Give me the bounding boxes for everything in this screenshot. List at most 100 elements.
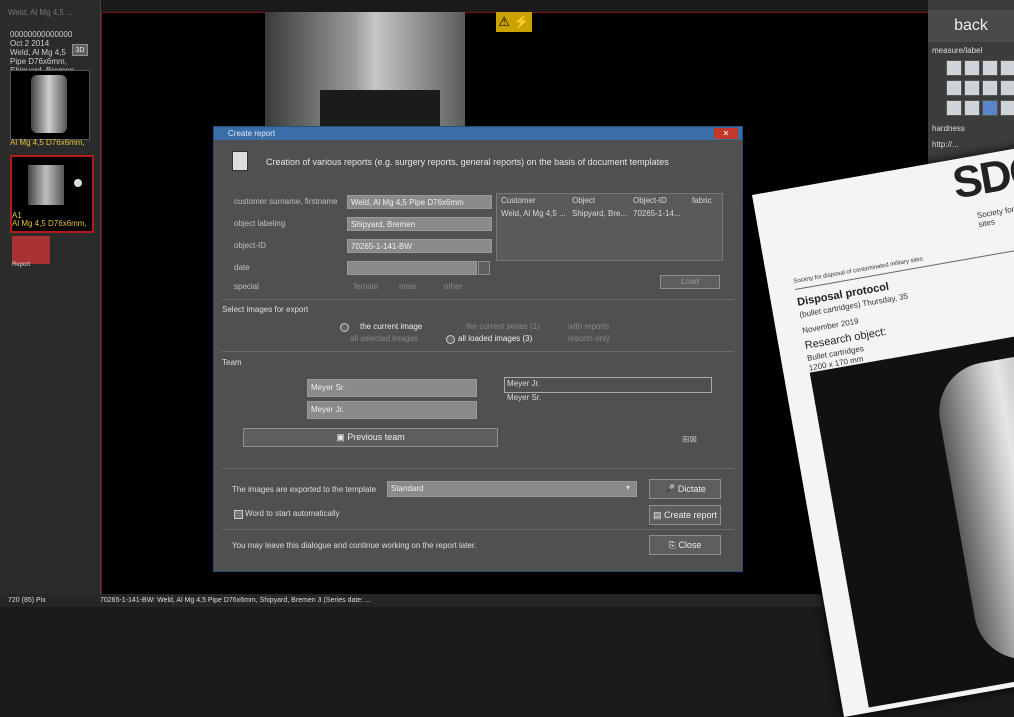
opt-current-series: the current series (1) [466,322,540,331]
special-female[interactable]: female [354,282,378,291]
object-id-field[interactable]: 70265-1-141-BW [347,239,492,253]
team-icon: ▣ [336,432,348,442]
col-object-id[interactable]: Object-ID [633,196,667,205]
divider [222,299,734,300]
xray-print [809,310,1014,708]
word-checkbox[interactable] [234,510,243,519]
load-button[interactable]: Load [660,275,720,289]
radio-current-image[interactable] [340,323,349,332]
dictate-button[interactable]: 🎤 Dictate [649,479,721,499]
date-field[interactable] [347,261,477,275]
tool-compare-icon[interactable] [964,80,980,96]
table-cell[interactable]: Shipyard, Bre... [572,209,627,218]
object-label: object labeling [234,219,286,228]
thumbnail-1-label: Al Mg 4,5 D76x6mm, [10,138,85,147]
back-button[interactable]: back [928,10,1014,42]
word-label: Word to start automatically [245,509,340,518]
customer-field[interactable]: Weld, Al Mg 4,5 Pipe D76x6mm [347,195,492,209]
document-icon [232,151,248,171]
tool-hand-icon[interactable] [946,100,962,116]
create-report-button[interactable]: ▤ Create report [649,505,721,525]
close-label: Close [678,540,702,550]
calendar-icon[interactable] [478,261,490,275]
report-thumbnail-label: Report [12,262,31,268]
thumbnail-sidebar: Weld, Al Mg 4,5 ... 00000000000000 Oct 2… [0,0,101,607]
team-member-2[interactable]: Meyer Jr. [307,401,477,419]
col-object[interactable]: Object [572,196,595,205]
special-label: special [234,282,259,291]
thumbnail-1[interactable] [10,70,90,140]
thumbnail-2-label-b: Al Mg 4,5 D76x6mm, [12,219,87,228]
chevron-down-icon[interactable]: ▾ [626,483,630,492]
team-member-1[interactable]: Meyer Sr. [307,379,477,397]
col-fabric[interactable]: fabric [692,196,712,205]
opt-all-loaded: all loaded images (3) [458,334,533,343]
tool-dash-icon[interactable] [1000,80,1014,96]
opt-with-reports: with reports [568,322,610,331]
customer-label: customer surname, firstname [234,197,338,206]
tool-protractor-icon[interactable] [982,100,998,116]
date-label: date [234,263,250,272]
add-remove-icon[interactable]: ⊞⊠ [682,434,697,445]
report-icon: ▤ [652,510,664,520]
previous-team-button[interactable]: ▣ Previous team [243,428,498,447]
opt-all-selected: all selected images [350,334,419,343]
tool-line-icon[interactable] [982,60,998,76]
divider [222,529,734,530]
dictate-label: Dictate [677,484,706,494]
table-cell[interactable]: 70265-1-14... [633,209,681,218]
template-select[interactable]: Standard [387,481,637,497]
warning-icon[interactable]: ⚠ ⚡ [496,12,532,32]
table-cell[interactable]: Weld, Al Mg 4,5 ... [501,209,566,218]
radio-all-loaded[interactable] [446,335,455,344]
measure-label: measure/label [932,46,983,55]
selected-dot-icon [74,179,82,187]
close-icon[interactable]: ✕ [714,128,738,139]
export-label: The images are exported to the template [232,485,377,494]
report-thumbnail[interactable] [12,236,50,264]
sidebar-title: Weld, Al Mg 4,5 ... [8,8,73,17]
cartridge-image [931,348,1014,667]
tool-stamp-icon[interactable] [964,100,980,116]
report-paper: SDCM Society for disposal of contaminate… [752,122,1014,717]
create-report-dialog: Create report ✕ Creation of various repo… [213,126,743,572]
object-id-label: object-ID [234,241,267,250]
dialog-title: Create report [214,127,742,140]
thumbnail-2-image [28,165,64,205]
tool-angle-icon[interactable] [964,60,980,76]
previous-team-label: Previous team [347,432,405,442]
team-list-item[interactable]: Meyer Jr. [507,379,540,388]
tool-arrow-icon[interactable] [1000,60,1014,76]
customer-table: Customer Object Object-ID fabric Weld, A… [496,193,723,261]
thumbnail-1-image [31,75,67,133]
patient-info: 00000000000000 Oct 2 2014 Weld, Al Mg 4,… [10,30,74,75]
team-list[interactable]: Meyer Jr. [504,377,712,393]
exit-icon: ⎘ [668,540,679,550]
http-label: http://... [932,140,959,149]
mic-icon: 🎤 [664,484,678,494]
opt-reports-only: reports only [568,334,610,343]
dialog-header: Creation of various reports (e.g. surger… [266,157,669,167]
select-images-label: Select images for export [222,305,309,314]
team-list-item[interactable]: Meyer Sr. [507,393,541,402]
team-label: Team [222,358,242,367]
tool-pen-icon[interactable] [946,80,962,96]
tool-circle-icon[interactable] [982,80,998,96]
close-button[interactable]: ⎘ Close [649,535,721,555]
divider [222,351,734,352]
3d-button[interactable]: 3D [72,44,88,56]
object-field[interactable]: Shipyard, Bremen [347,217,492,231]
hardness-label: hardness [932,124,965,133]
tool-ruler-icon[interactable] [946,60,962,76]
special-male[interactable]: male [399,282,416,291]
opt-current-image: the current image [360,322,423,331]
leave-label: You may leave this dialogue and continue… [232,541,477,550]
status-text: 70265-1-141-BW: Weld, Al Mg 4,5 Pipe D76… [100,597,371,604]
tool-slash-icon[interactable] [1000,100,1014,116]
status-pixels: 720 (85) Pix [8,597,46,604]
divider [222,468,734,469]
create-report-label: Create report [663,510,718,520]
special-other[interactable]: other [444,282,462,291]
divider [794,226,1014,290]
col-customer[interactable]: Customer [501,196,536,205]
